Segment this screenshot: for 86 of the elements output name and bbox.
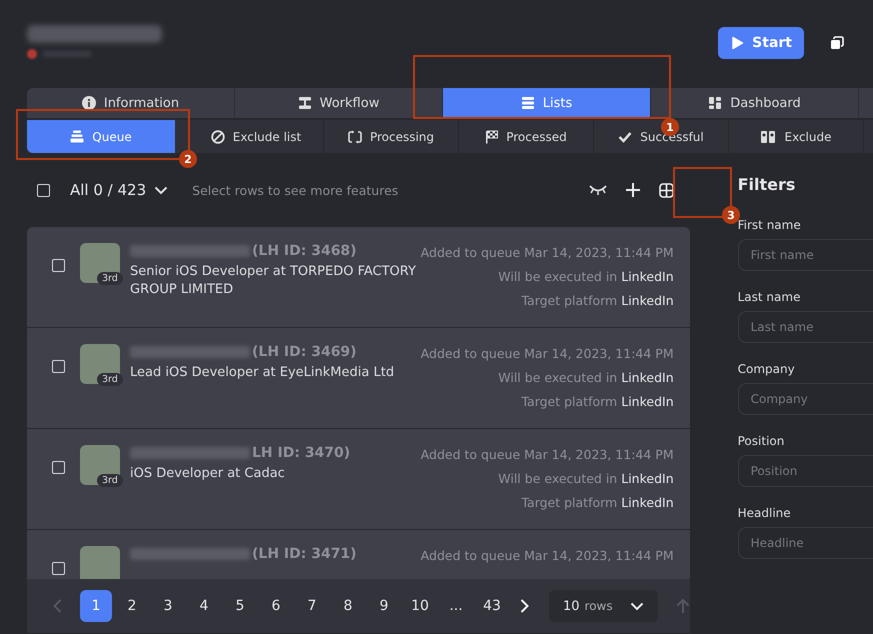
closed-eye-icon[interactable] <box>588 184 607 196</box>
headline-text: Lead iOS Developer at EyeLinkMedia Ltd <box>130 364 396 382</box>
page-button[interactable]: 5 <box>224 590 256 622</box>
page-button[interactable]: 6 <box>260 590 292 622</box>
ban-icon <box>210 130 225 144</box>
main-tab[interactable]: Lists <box>443 88 651 118</box>
page-button[interactable]: 1 <box>80 590 112 622</box>
filters-title: Filters <box>738 175 796 194</box>
filter-input-field[interactable]: Headline <box>738 527 873 559</box>
headline-text: iOS Developer at Cadac <box>130 465 286 483</box>
filter-label: Position <box>738 434 786 448</box>
executed-platform: LinkedIn <box>621 471 674 486</box>
filter-input-field[interactable]: Company <box>738 383 873 415</box>
sub-tab[interactable]: Processed <box>459 120 594 153</box>
page-button[interactable]: 2 <box>116 590 148 622</box>
page-button[interactable]: 3 <box>152 590 184 622</box>
lh-id: (LH ID: 3471) <box>252 546 357 562</box>
lh-id: (LH ID: 3469) <box>252 344 357 360</box>
selection-dropdown[interactable]: All 0 / 423 <box>70 181 168 199</box>
filter-label: Headline <box>738 506 792 520</box>
added-date: Added to queue Mar 14, 2023, 11:44 PM <box>420 446 674 464</box>
workflow-icon <box>298 96 312 110</box>
lh-id: (LH ID: 3468) <box>252 243 357 259</box>
sub-tab[interactable]: Processing <box>324 120 459 153</box>
page-button[interactable]: 43 <box>476 590 508 622</box>
plus-icon[interactable] <box>624 182 641 198</box>
page-button[interactable]: 7 <box>296 590 328 622</box>
executed-label: Will be executed in <box>498 269 618 284</box>
target-label: Target platform <box>521 394 618 409</box>
dashboard-icon <box>708 96 722 110</box>
headline-text: Senior iOS Developer at TORPEDO FACTORY GROUP LIMITED <box>130 263 417 299</box>
target-label: Target platform <box>521 293 618 308</box>
page-button[interactable]: ... <box>440 590 472 622</box>
rows-per-page-select[interactable]: 10 rows <box>549 590 658 622</box>
added-date: Added to queue Mar 14, 2023, 11:44 PM <box>420 547 674 565</box>
main-tab[interactable]: Information <box>27 88 235 118</box>
photo-placeholder <box>80 546 120 579</box>
degree-badge: 3rd <box>97 373 123 386</box>
target-platform: LinkedIn <box>621 495 674 510</box>
added-date: Added to queue Mar 14, 2023, 11:44 PM <box>420 244 674 262</box>
copy-icon[interactable] <box>830 36 844 50</box>
page-button[interactable]: 8 <box>332 590 364 622</box>
status-dot <box>27 49 37 59</box>
tray-icon <box>70 130 84 143</box>
cycle-icon <box>348 130 362 144</box>
target-platform: LinkedIn <box>621 293 674 308</box>
row-checkbox[interactable] <box>52 461 65 474</box>
executed-platform: LinkedIn <box>621 269 674 284</box>
sub-tab[interactable]: Queue <box>27 120 175 153</box>
sub-tab[interactable]: Exclude <box>729 120 864 153</box>
row-checkbox[interactable] <box>52 360 65 373</box>
executed-label: Will be executed in <box>498 370 618 385</box>
filter-label: Last name <box>738 290 802 304</box>
chevron-right-icon[interactable] <box>520 599 529 613</box>
page-button[interactable]: 4 <box>188 590 220 622</box>
play-icon <box>730 36 744 50</box>
callout-number: 2 <box>179 150 197 168</box>
executed-label: Will be executed in <box>498 471 618 486</box>
check-icon <box>618 130 632 142</box>
chevron-down-icon <box>154 186 168 194</box>
target-label: Target platform <box>521 495 618 510</box>
checkered-flag-icon <box>485 130 498 144</box>
page-button[interactable]: 9 <box>368 590 400 622</box>
info-icon <box>82 96 96 110</box>
select-all-checkbox[interactable] <box>37 184 50 196</box>
degree-badge: 3rd <box>97 272 123 285</box>
executed-platform: LinkedIn <box>621 370 674 385</box>
chevron-down-icon <box>630 602 644 610</box>
filter-label: First name <box>738 218 802 232</box>
target-platform: LinkedIn <box>621 394 674 409</box>
grid-icon[interactable] <box>658 182 674 198</box>
filter-input-field[interactable]: Position <box>738 455 873 487</box>
callout-number: 3 <box>722 206 740 224</box>
filter-input-field[interactable]: First name <box>738 239 873 271</box>
added-date: Added to queue Mar 14, 2023, 11:44 PM <box>420 345 674 363</box>
degree-badge: 3rd <box>97 474 123 487</box>
start-button[interactable]: Start <box>718 27 804 59</box>
row-checkbox[interactable] <box>52 259 65 272</box>
hint-text: Select rows to see more features <box>192 182 398 198</box>
stack-icon <box>520 96 535 110</box>
row-checkbox[interactable] <box>52 562 65 575</box>
page-button[interactable]: 10 <box>404 590 436 622</box>
filter-input-field[interactable]: Last name <box>738 311 873 343</box>
lh-id: LH ID: 3470) <box>252 445 350 461</box>
people-icon <box>760 130 776 144</box>
filter-label: Company <box>738 362 796 376</box>
